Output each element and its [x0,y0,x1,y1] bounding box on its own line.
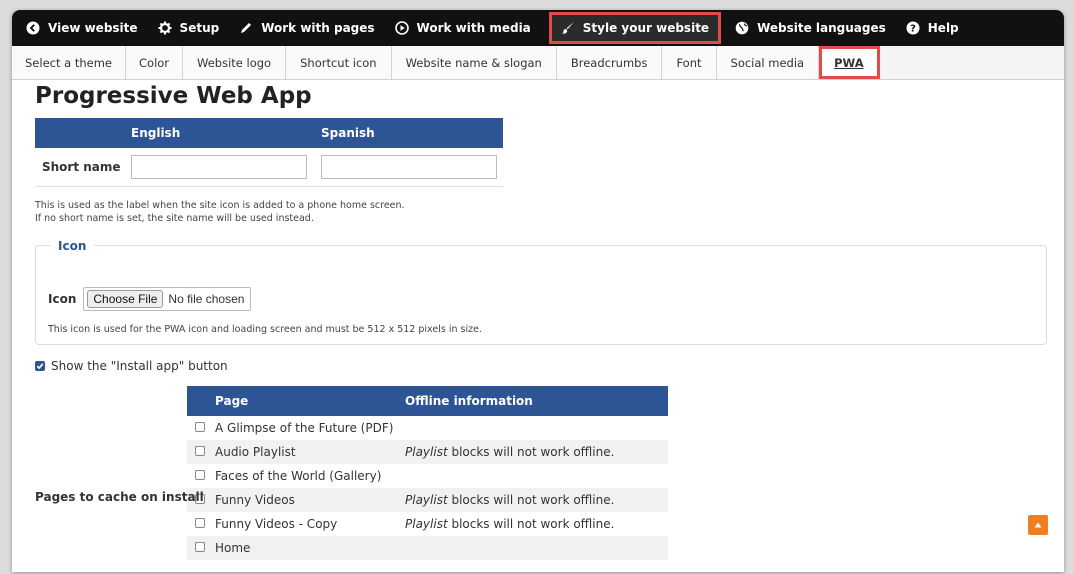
paintbrush-icon [561,21,575,35]
table-row: Home [187,535,668,560]
globe-icon [735,21,749,35]
pencil-icon [239,21,253,35]
setup-button[interactable]: Setup [150,10,232,46]
page-title: Progressive Web App [35,83,312,109]
style-tabs: Select a theme Color Website logo Shortc… [12,46,1064,80]
short-name-table: English Spanish Short name [35,118,503,187]
cache-section: Pages to cache on install Page Offline i… [35,385,1064,560]
tab-website-logo[interactable]: Website logo [183,46,287,79]
style-your-website-label: Style your website [582,21,710,35]
table-row: Faces of the World (Gallery) [187,464,668,488]
svg-text:?: ? [910,24,916,35]
icon-upload-row: Icon Choose File No file chosen [48,286,1046,311]
view-website-label: View website [48,21,138,35]
page-name: Audio Playlist [215,439,405,464]
page-name: Funny Videos [215,487,405,512]
column-header-spanish: Spanish [321,118,503,148]
view-website-button[interactable]: View website [18,10,150,46]
choose-file-button[interactable]: Choose File [87,289,164,308]
offline-info: Playlist blocks will not work offline. [405,439,668,464]
icon-help: This icon is used for the PWA icon and l… [48,323,482,335]
icon-fieldset: Icon Icon Choose File No file chosen Thi… [35,238,1047,345]
website-languages-button[interactable]: Website languages [727,10,898,46]
tab-social-media[interactable]: Social media [716,46,820,79]
table-row: Audio Playlist Playlist blocks will not … [187,439,668,464]
work-with-media-label: Work with media [416,21,531,35]
help-label: Help [927,21,959,35]
tab-breadcrumbs[interactable]: Breadcrumbs [556,46,663,79]
pages-cache-table: Page Offline information A Glimpse of th… [187,385,668,560]
style-your-website-button[interactable]: Style your website [548,12,722,44]
page-name: Faces of the World (Gallery) [215,468,382,483]
offline-info: Playlist blocks will not work offline. [405,487,668,512]
page-name: Home [215,535,405,560]
tab-shortcut-icon[interactable]: Shortcut icon [286,46,392,79]
work-with-pages-button[interactable]: Work with pages [231,10,386,46]
install-app-label: Show the "Install app" button [51,358,228,373]
column-header-page: Page [215,385,405,416]
icon-file-input[interactable]: Choose File No file chosen [83,286,252,311]
tab-select-a-theme[interactable]: Select a theme [12,46,126,79]
short-name-help-line2: If no short name is set, the site name w… [35,212,314,224]
icon-legend: Icon [58,238,87,253]
short-name-english-input[interactable] [131,154,307,179]
tab-font[interactable]: Font [662,46,717,79]
tab-pwa[interactable]: PWA [819,46,880,79]
page-checkbox[interactable] [195,541,205,552]
table-row: A Glimpse of the Future (PDF) [187,416,668,440]
help-button[interactable]: ? Help [898,10,971,46]
tab-color[interactable]: Color [126,46,184,79]
circle-arrow-left-icon [26,21,40,35]
icon-field-label: Icon [48,291,77,306]
main-content: Progressive Web App English Spanish Shor… [12,82,1064,560]
question-circle-icon: ? [906,21,920,35]
page-checkbox[interactable] [195,421,205,432]
work-with-pages-label: Work with pages [261,21,375,35]
offline-info [405,464,668,488]
short-name-help-line1: This is used as the label when the site … [35,199,405,211]
tab-website-name-slogan[interactable]: Website name & slogan [391,46,557,79]
short-name-label: Short name [35,148,131,187]
install-app-checkbox[interactable] [35,360,45,371]
scroll-to-top-button[interactable] [1028,515,1048,535]
page-checkbox[interactable] [195,445,205,456]
app-window: View website Setup Work with pages Work … [12,10,1064,572]
page-checkbox[interactable] [195,517,205,528]
page-name: A Glimpse of the Future (PDF) [215,420,394,435]
column-header-offline-info: Offline information [405,385,668,416]
website-languages-label: Website languages [757,21,886,35]
pages-to-cache-label: Pages to cache on install [35,489,204,504]
offline-info [405,535,668,560]
play-circle-icon [394,21,409,35]
short-name-spanish-input[interactable] [321,154,497,179]
caret-up-icon [1034,522,1042,528]
install-app-row: Show the "Install app" button [35,359,1064,373]
page-name: Funny Videos - Copy [215,516,338,531]
page-checkbox[interactable] [195,469,205,480]
offline-info: Playlist blocks will not work offline. [405,516,615,531]
column-header-english: English [131,118,321,148]
offline-info [405,416,668,440]
work-with-media-button[interactable]: Work with media [387,10,543,46]
gear-icon [158,21,172,35]
top-toolbar: View website Setup Work with pages Work … [12,10,1064,46]
table-row: Funny Videos - Copy Playlist blocks will… [187,512,668,536]
table-row: Funny Videos Playlist blocks will not wo… [187,487,668,512]
file-status: No file chosen [168,291,245,306]
short-name-help: This is used as the label when the site … [35,199,1064,225]
setup-label: Setup [179,21,220,35]
